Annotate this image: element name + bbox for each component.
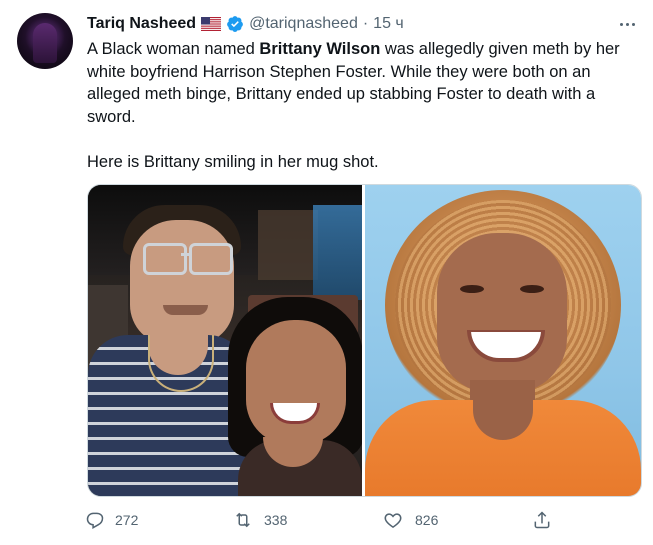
verified-badge-icon [227,16,243,32]
like-icon [384,513,402,528]
reply-count: 272 [115,512,139,528]
avatar[interactable] [17,13,73,69]
us-flag-icon [201,17,222,31]
like-button[interactable]: 826 [383,510,438,530]
share-button[interactable] [532,510,552,535]
photo-mugshot[interactable] [365,185,641,496]
text-bold-name: Brittany Wilson [259,40,381,58]
tweet[interactable]: Tariq Nasheed @tariqnasheed · 15 ч A Bla… [0,0,653,545]
like-count: 826 [415,512,439,528]
retweet-count: 338 [264,512,288,528]
text-segment: A Black woman named [87,40,260,58]
tweet-timestamp[interactable]: 15 ч [373,15,404,33]
reply-button[interactable]: 272 [85,510,138,530]
share-icon [534,511,550,529]
tweet-text-paragraph-1: A Black woman named Brittany Wilson was … [87,38,637,128]
tweet-media[interactable] [87,184,642,497]
retweet-icon [236,512,250,528]
retweet-button[interactable]: 338 [232,510,287,530]
photo-couple[interactable] [88,185,362,496]
reply-icon [86,512,104,529]
tweet-text-paragraph-2: Here is Brittany smiling in her mug shot… [87,152,379,171]
avatar-figure [33,23,57,63]
tweet-text: A Black woman named Brittany Wilson was … [87,38,637,173]
more-icon[interactable] [615,14,639,34]
separator-dot: · [362,15,369,32]
author-handle[interactable]: @tariqnasheed [249,15,358,33]
author-name[interactable]: Tariq Nasheed [87,15,196,33]
tweet-header: Tariq Nasheed @tariqnasheed · 15 ч [87,12,404,36]
